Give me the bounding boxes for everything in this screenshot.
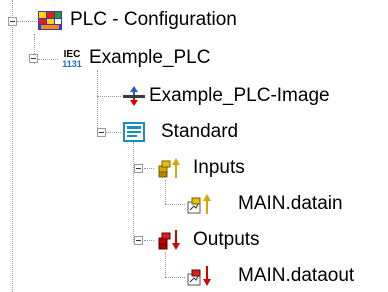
tree-item-example-plc[interactable]: Example_PLC — [89, 46, 210, 70]
output-variable-icon — [186, 264, 212, 288]
tree-item-main-datain[interactable]: MAIN.datain — [238, 192, 343, 216]
tree-line — [165, 252, 166, 277]
task-standard-icon — [121, 120, 147, 144]
tree-item-example-plc-image[interactable]: Example_PLC-Image — [149, 84, 330, 108]
collapse-toggle-plc-configuration[interactable] — [8, 17, 17, 26]
tree-line — [165, 277, 185, 278]
tree-item-inputs[interactable]: Inputs — [193, 156, 245, 180]
tree-line — [12, 0, 13, 292]
tree-line — [97, 96, 121, 97]
tree-line — [165, 180, 166, 204]
svg-text:1131: 1131 — [62, 59, 82, 69]
plc-configuration-tree: PLC - Configuration IEC 1131 Example_PLC… — [0, 0, 388, 292]
tree-line — [38, 59, 58, 60]
iec-1131-icon: IEC 1131 — [59, 46, 85, 70]
tree-line — [97, 70, 98, 132]
tree-line — [133, 142, 134, 242]
collapse-toggle-standard[interactable] — [97, 128, 106, 137]
tree-item-standard[interactable]: Standard — [161, 120, 238, 144]
tree-line — [144, 168, 154, 169]
input-variable-icon — [186, 192, 212, 216]
process-image-icon — [121, 84, 147, 108]
tree-line — [17, 21, 37, 22]
outputs-icon — [156, 228, 182, 252]
tree-item-plc-configuration[interactable]: PLC - Configuration — [70, 8, 237, 32]
plc-configuration-icon — [37, 8, 63, 32]
tree-item-outputs[interactable]: Outputs — [193, 228, 260, 252]
tree-line — [106, 132, 121, 133]
collapse-toggle-outputs[interactable] — [134, 236, 143, 245]
tree-line — [165, 204, 185, 205]
tree-line — [144, 240, 154, 241]
inputs-icon — [156, 156, 182, 180]
collapse-toggle-inputs[interactable] — [134, 164, 143, 173]
tree-item-main-dataout[interactable]: MAIN.dataout — [238, 264, 354, 288]
collapse-toggle-example-plc[interactable] — [29, 54, 38, 63]
